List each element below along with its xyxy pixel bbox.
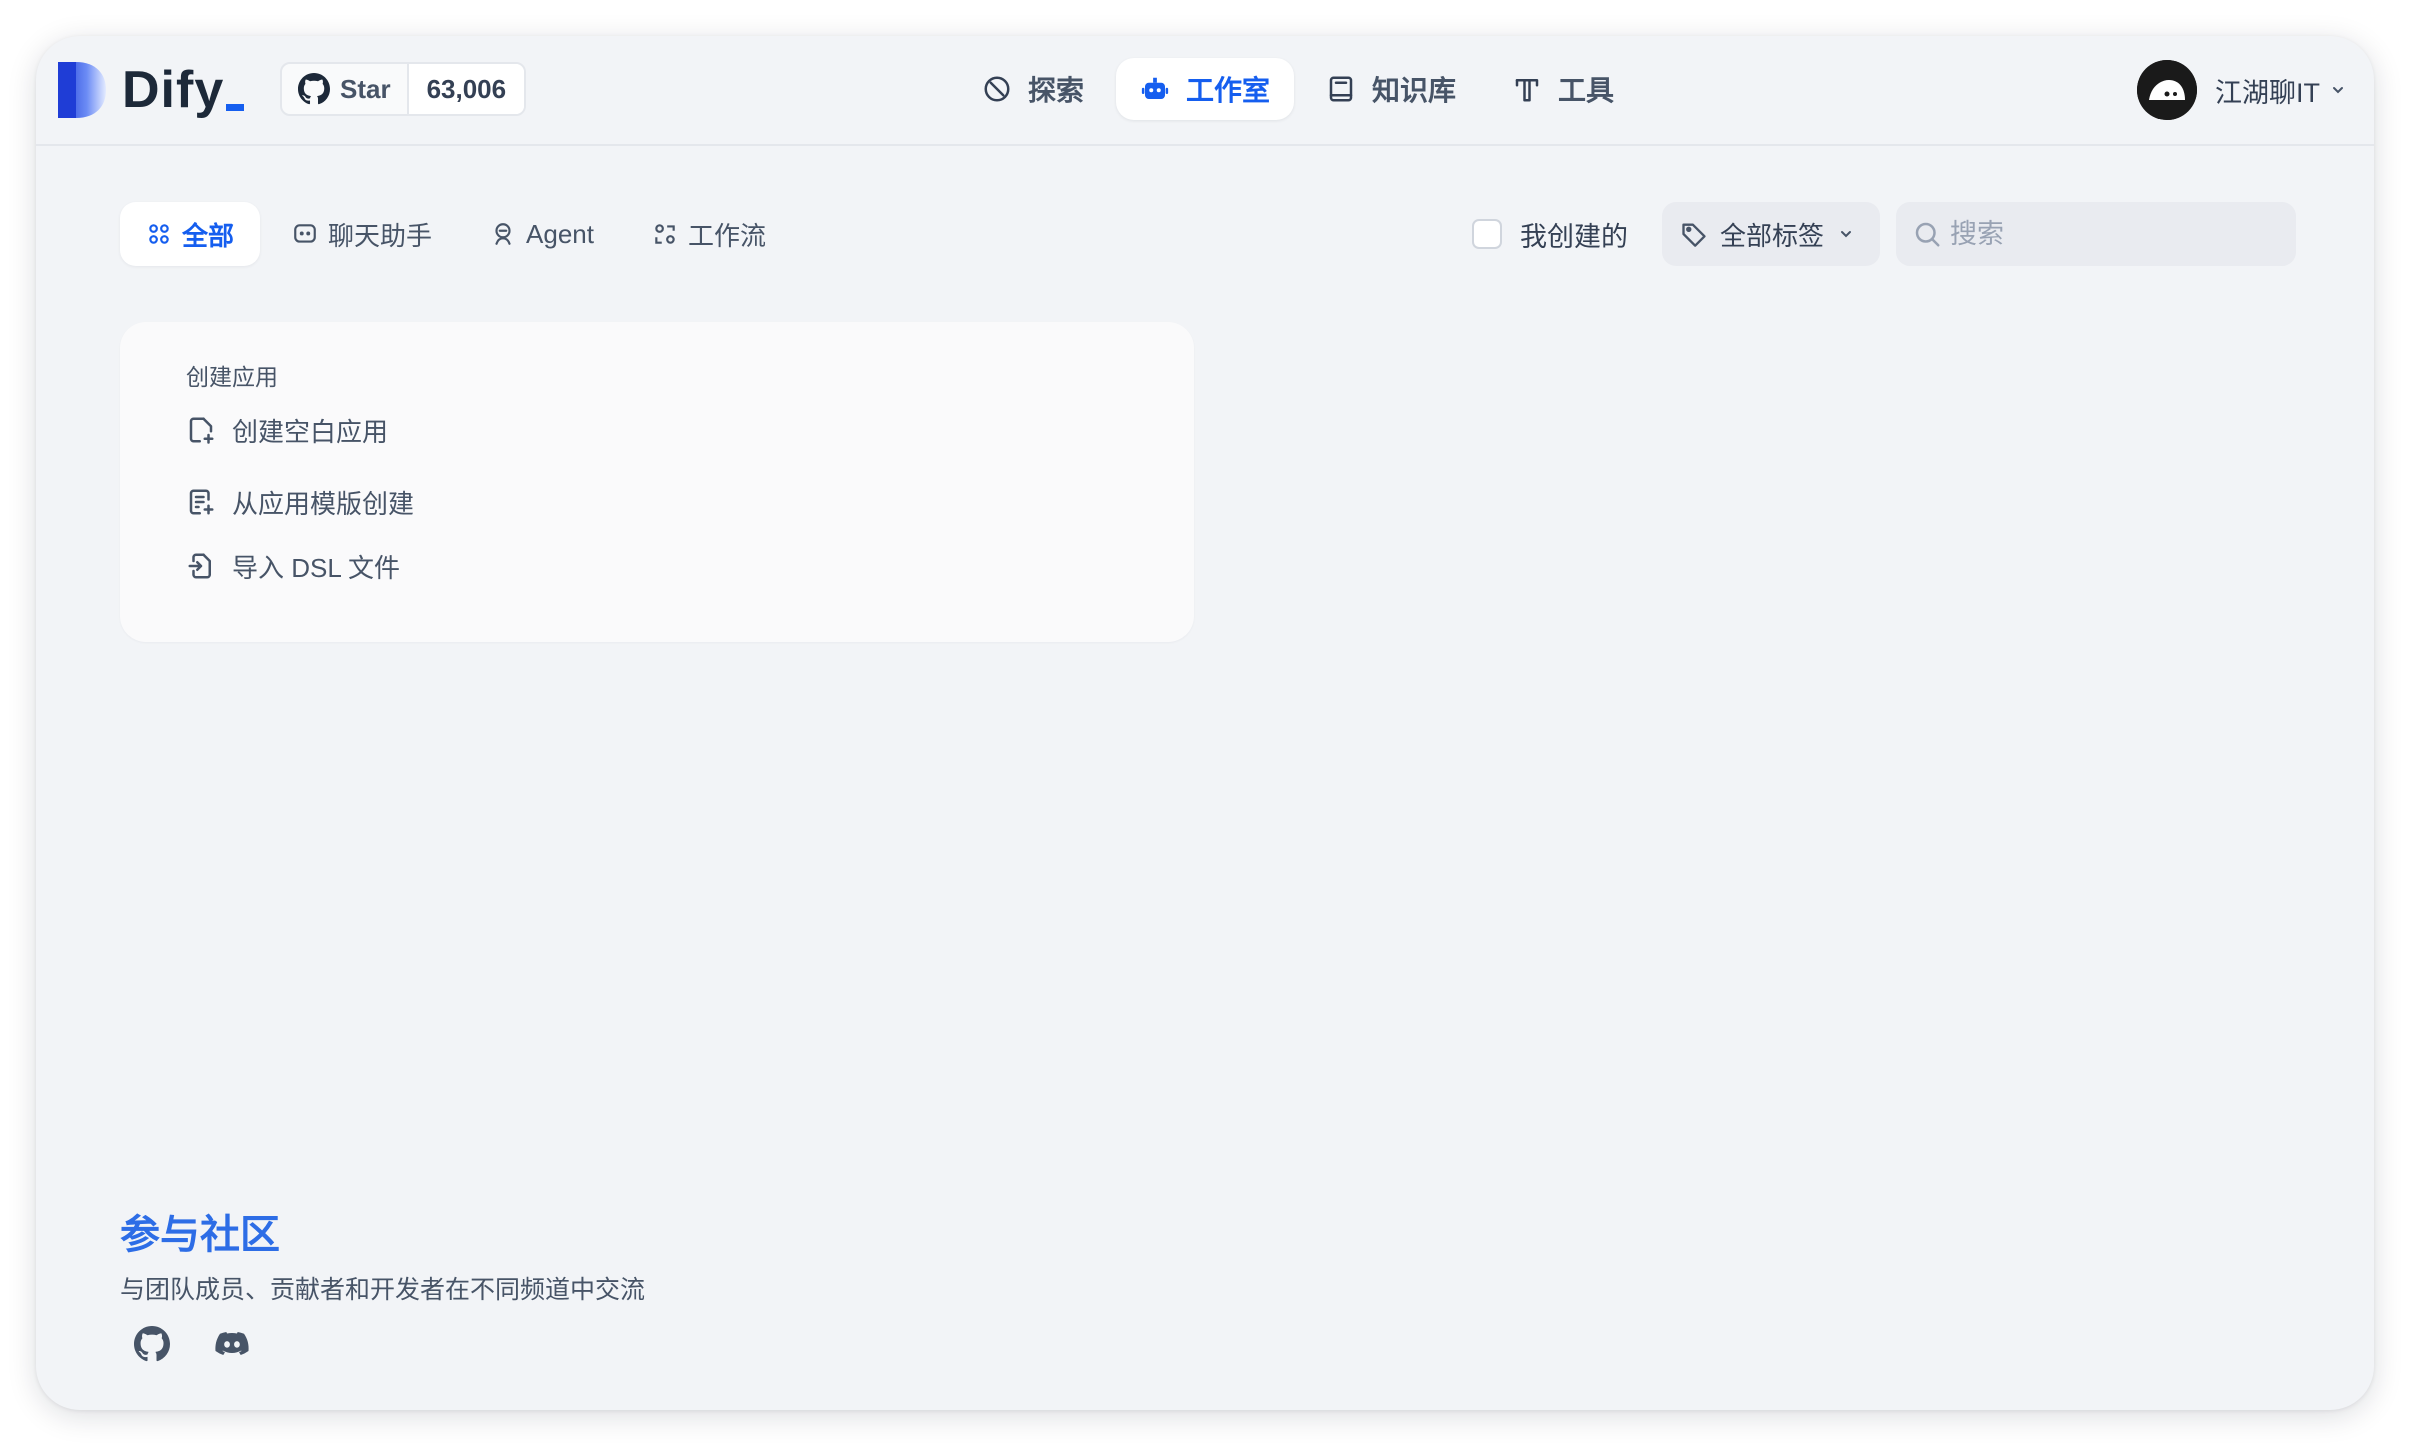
tag-filter-dropdown[interactable]: 全部标签	[1662, 202, 1880, 266]
tab-agent[interactable]: Agent	[464, 202, 620, 266]
tab-chat-assistant[interactable]: 聊天助手	[266, 202, 458, 266]
created-by-me-filter[interactable]: 我创建的	[1472, 216, 1628, 252]
user-menu[interactable]: 江湖聊IT	[2137, 58, 2348, 122]
github-star-button[interactable]: Star 63,006	[280, 62, 527, 116]
search-box	[1896, 202, 2296, 266]
github-star-label: Star	[340, 73, 391, 104]
chevron-down-icon	[2333, 87, 2343, 94]
grid-icon	[149, 224, 169, 244]
community-links	[126, 1318, 286, 1370]
github-star-left: Star	[282, 64, 409, 114]
avatar	[2137, 60, 2197, 120]
search-input[interactable]	[1950, 218, 2270, 250]
nav-label: 探索	[1028, 75, 1085, 106]
nav-label: 知识库	[1372, 75, 1457, 106]
created-by-me-label: 我创建的	[1520, 221, 1628, 252]
nav-item-knowledge[interactable]: 知识库	[1302, 58, 1480, 120]
app-window: Dify Star 63,006 探索 工作室 知识库 工具 江湖聊IT 全部 …	[36, 36, 2374, 1410]
dify-logo-mark-icon	[58, 62, 106, 118]
nav-item-tools[interactable]: 工具	[1488, 58, 1638, 120]
user-name: 江湖聊IT	[2215, 77, 2320, 108]
create-item-label: 导入 DSL 文件	[232, 552, 401, 583]
github-link[interactable]	[126, 1318, 178, 1370]
agent-icon	[495, 223, 511, 245]
tab-label: 全部	[182, 220, 235, 251]
logo-text: Dify	[122, 64, 245, 116]
tag-filter-label: 全部标签	[1720, 220, 1825, 251]
chat-icon	[294, 224, 316, 243]
tag-icon	[1682, 223, 1706, 247]
create-blank-app-button[interactable]: 创建空白应用	[186, 410, 388, 450]
dify-logo[interactable]: Dify	[58, 60, 245, 120]
explore-icon	[984, 76, 1010, 102]
nav-label: 工具	[1558, 75, 1615, 106]
create-item-label: 创建空白应用	[232, 416, 389, 447]
app-type-tabs: 全部 聊天助手 Agent 工作流	[120, 202, 798, 266]
create-app-card: 创建应用 创建空白应用 从应用模版创建 导入 DSL 文件	[120, 322, 1194, 642]
community-subtitle: 与团队成员、贡献者和开发者在不同频道中交流	[120, 1276, 646, 1304]
nav-label: 工作室	[1186, 75, 1271, 106]
create-app-title: 创建应用	[186, 364, 278, 390]
workflow-icon	[655, 224, 675, 244]
search-icon	[1915, 222, 1940, 247]
chevron-down-icon	[1841, 231, 1852, 238]
create-item-label: 从应用模版创建	[232, 488, 415, 519]
tab-label: Agent	[526, 218, 594, 249]
template-icon	[189, 489, 214, 515]
book-icon	[1329, 76, 1353, 102]
top-header: Dify Star 63,006 探索 工作室 知识库 工具 江湖聊IT	[36, 36, 2374, 146]
nav-item-explore[interactable]: 探索	[958, 58, 1108, 120]
tab-label: 工作流	[687, 220, 766, 251]
tab-workflow[interactable]: 工作流	[626, 202, 792, 266]
file-plus-icon	[189, 417, 214, 444]
robot-icon	[1141, 77, 1169, 99]
tab-label: 聊天助手	[328, 220, 433, 251]
created-by-me-checkbox[interactable]	[1472, 219, 1502, 249]
github-star-count: 63,006	[408, 64, 525, 114]
avatar-image-icon	[2137, 60, 2197, 120]
import-icon	[188, 553, 211, 579]
community-section: 参与社区 与团队成员、贡献者和开发者在不同频道中交流	[120, 1202, 645, 1306]
discord-icon	[215, 1332, 249, 1355]
create-from-template-button[interactable]: 从应用模版创建	[186, 482, 414, 522]
tools-icon	[1515, 79, 1539, 102]
community-title: 参与社区	[120, 1213, 280, 1257]
github-icon	[134, 1326, 170, 1362]
main-nav: 探索 工作室 知识库 工具	[958, 56, 1646, 122]
nav-item-studio[interactable]: 工作室	[1116, 58, 1295, 120]
discord-link[interactable]	[206, 1318, 258, 1370]
import-dsl-button[interactable]: 导入 DSL 文件	[186, 546, 400, 586]
github-icon	[298, 73, 330, 105]
tab-all[interactable]: 全部	[120, 202, 261, 266]
